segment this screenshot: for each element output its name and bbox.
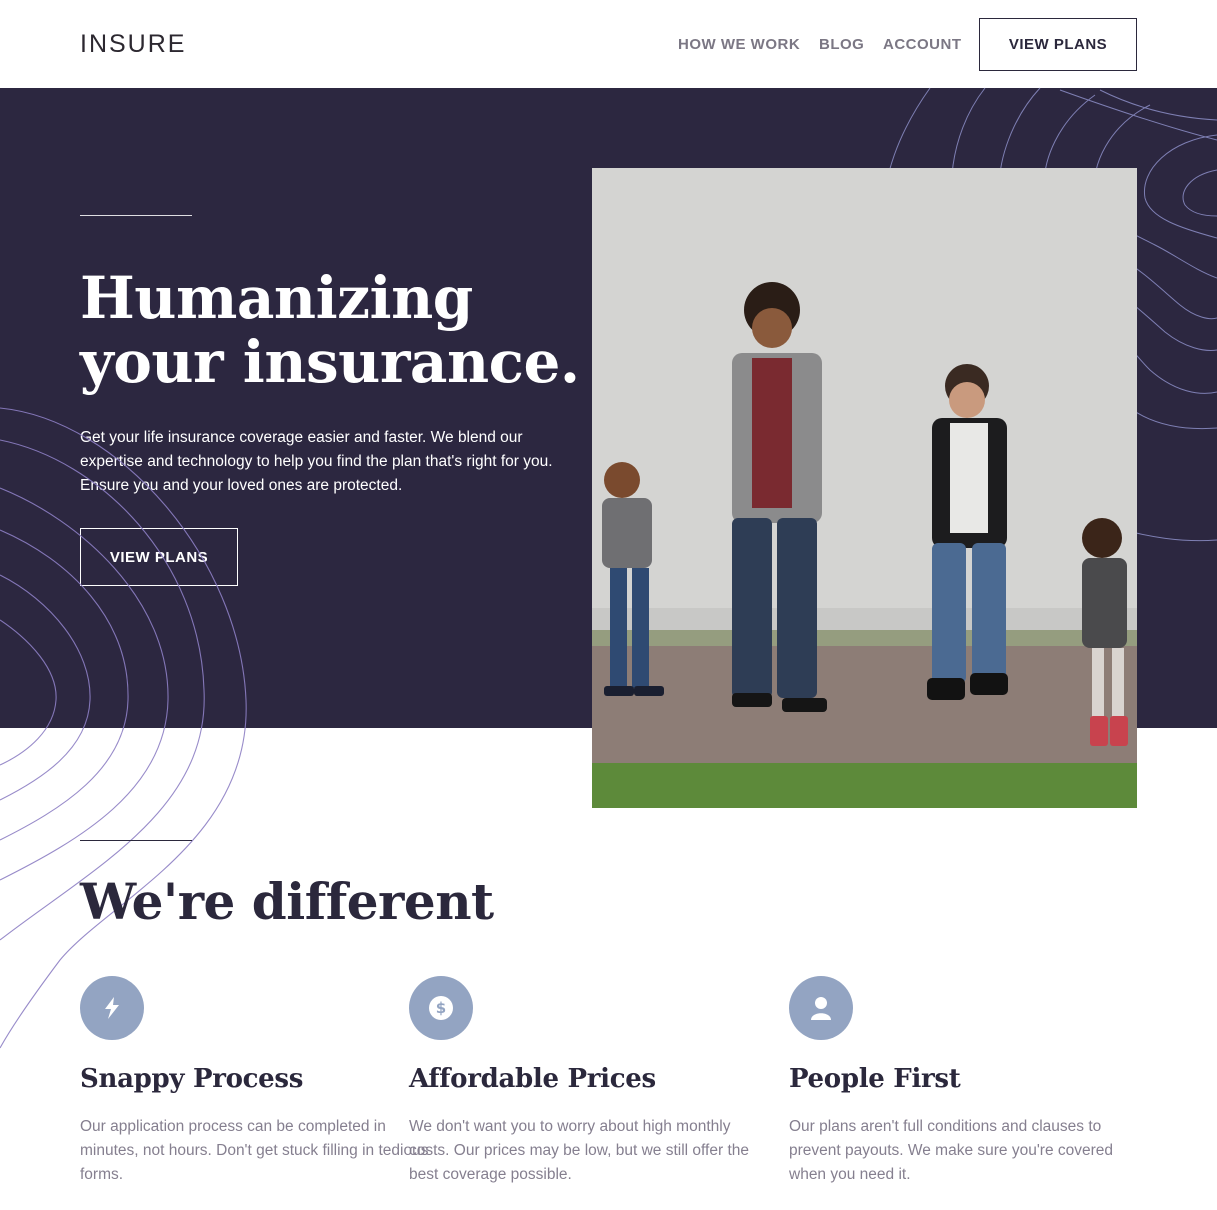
lightning-icon bbox=[80, 976, 144, 1040]
feature-title: Affordable Prices bbox=[409, 1064, 656, 1094]
hero-title-line1: Humanizing bbox=[80, 264, 473, 332]
nav-how-we-work[interactable]: HOW WE WORK bbox=[678, 36, 800, 54]
section-divider bbox=[80, 840, 192, 841]
feature-text: We don't want you to worry about high mo… bbox=[409, 1118, 749, 1183]
feature-title: People First bbox=[789, 1064, 961, 1094]
feature-snappy-process: Snappy Process Our application process c… bbox=[80, 976, 440, 1187]
section-title: We're different bbox=[80, 872, 494, 931]
feature-text: Our plans aren't full conditions and cla… bbox=[789, 1118, 1114, 1183]
feature-title: Snappy Process bbox=[80, 1064, 304, 1094]
svg-text:$: $ bbox=[436, 999, 446, 1017]
nav-account[interactable]: ACCOUNT bbox=[883, 36, 962, 54]
family-photo bbox=[592, 168, 1137, 808]
site-header: INSURE HOW WE WORK BLOG ACCOUNT VIEW PLA… bbox=[0, 0, 1217, 88]
person-icon bbox=[789, 976, 853, 1040]
hero-divider bbox=[80, 215, 192, 216]
hero-view-plans-button[interactable]: VIEW PLANS bbox=[80, 528, 238, 586]
feature-people-first: People First Our plans aren't full condi… bbox=[789, 976, 1149, 1187]
feature-text: Our application process can be completed… bbox=[80, 1118, 429, 1183]
feature-affordable-prices: $ Affordable Prices We don't want you to… bbox=[409, 976, 769, 1187]
hero-title-line2: your insurance. bbox=[80, 328, 580, 396]
hero-description: Get your life insurance coverage easier … bbox=[80, 429, 553, 494]
header-view-plans-button[interactable]: VIEW PLANS bbox=[979, 18, 1137, 71]
dollar-icon: $ bbox=[409, 976, 473, 1040]
insure-logo[interactable]: INSURE bbox=[80, 30, 186, 58]
nav-blog[interactable]: BLOG bbox=[819, 36, 864, 54]
family-photo-illustration bbox=[592, 168, 1137, 808]
hero-title: Humanizing your insurance. bbox=[80, 266, 580, 394]
